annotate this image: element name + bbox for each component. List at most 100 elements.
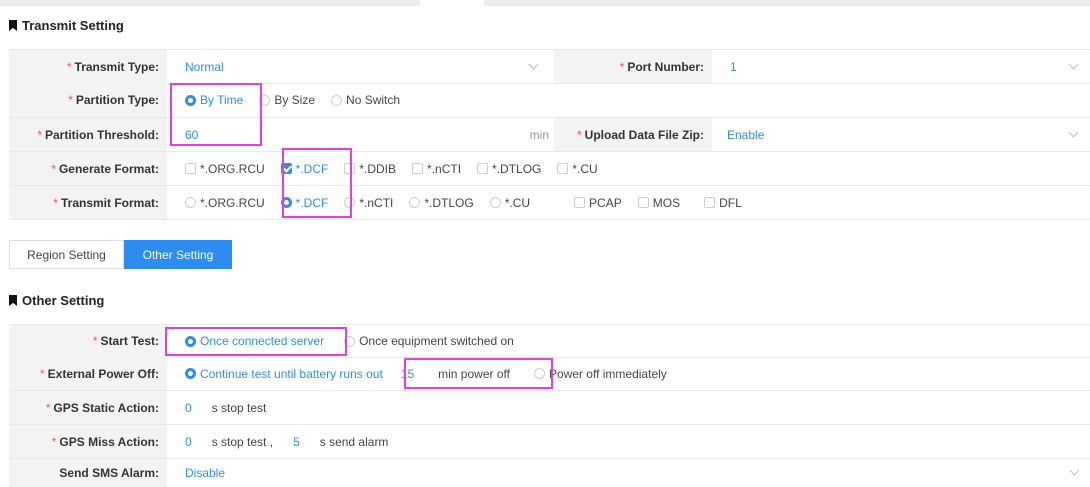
radio-dcf[interactable]: *.DCF xyxy=(280,196,328,210)
checkbox-dtlog[interactable]: *.DTLOG xyxy=(477,162,541,176)
radio-icon xyxy=(185,94,196,106)
radio-icon xyxy=(533,368,545,379)
gps-miss-label: * GPS Miss Action: xyxy=(9,425,167,458)
row-start-test: * Start Test: Once connected server Once … xyxy=(9,324,1090,358)
radio-cu[interactable]: *.CU xyxy=(489,196,530,210)
chevron-down-icon xyxy=(1068,59,1079,70)
partition-threshold-value: 60 xyxy=(185,127,199,142)
gps-miss-stop-input[interactable]: 0 xyxy=(185,435,192,449)
transmit-type-label: * Transmit Type: xyxy=(9,50,167,83)
radio-icon xyxy=(185,197,196,208)
bookmark-icon xyxy=(9,295,17,306)
radio-ncti[interactable]: *.nCTI xyxy=(344,196,393,210)
radio-by-size[interactable]: By Size xyxy=(259,93,315,107)
checkbox-icon xyxy=(574,197,586,208)
transmit-format-radio-group: *.ORG.RCU *.DCF *.nCTI *.DTLOG *.CU PCAP… xyxy=(185,186,752,219)
checkbox-icon xyxy=(185,163,196,174)
radio-icon xyxy=(344,197,356,208)
checkbox-ncti[interactable]: *.nCTI xyxy=(412,162,461,176)
port-number-select[interactable]: 1 xyxy=(730,50,1090,83)
gps-miss-alarm-input[interactable]: 5 xyxy=(293,435,300,449)
radio-power-off-immediately[interactable]: Power off immediately xyxy=(533,367,667,381)
top-bar xyxy=(0,0,1090,6)
checkbox-checked-icon xyxy=(280,163,292,174)
checkbox-icon xyxy=(344,163,356,174)
radio-icon xyxy=(185,368,196,379)
section-title-text: Other Setting xyxy=(22,293,105,308)
external-power-off-label: * External Power Off: xyxy=(9,357,167,390)
upload-zip-label: * Upload Data File Zip: xyxy=(554,118,712,151)
transmit-type-select[interactable]: Normal xyxy=(185,50,555,83)
upload-zip-value: Enable xyxy=(727,127,765,142)
row-generate-format: * Generate Format: *.ORG.RCU *.DCF *.DDIB… xyxy=(9,152,1090,186)
gps-static-label: * GPS Static Action: xyxy=(9,391,167,424)
radio-icon xyxy=(344,335,356,347)
external-power-off-radio-group: Continue test until battery runs out 15 … xyxy=(185,357,677,390)
generate-format-checkbox-group: *.ORG.RCU *.DCF *.DDIB *.nCTI *.DTLOG *.… xyxy=(185,152,608,185)
row-transmit-type: * Transmit Type: Normal * Port Number: 1 xyxy=(9,49,1090,84)
transmit-section-title: Transmit Setting xyxy=(9,18,124,33)
section-title-text: Transmit Setting xyxy=(22,18,124,33)
checkbox-icon xyxy=(557,163,569,174)
checkbox-icon xyxy=(477,163,489,174)
tab-region-setting[interactable]: Region Setting xyxy=(9,240,124,269)
chevron-down-icon xyxy=(1069,465,1080,476)
radio-icon xyxy=(331,94,343,106)
tab-other-setting[interactable]: Other Setting xyxy=(124,240,232,269)
start-test-radio-group: Once connected server Once equipment swi… xyxy=(185,325,524,357)
row-gps-miss-action: * GPS Miss Action: 0 s stop test , 5 s se… xyxy=(9,425,1090,459)
send-sms-value: Disable xyxy=(185,466,226,480)
radio-icon xyxy=(409,197,421,208)
partition-type-label: * Partition Type: xyxy=(9,83,167,117)
checkbox-dcf[interactable]: *.DCF xyxy=(280,162,328,176)
checkbox-cu[interactable]: *.CU xyxy=(557,162,598,176)
checkbox-mos[interactable]: MOS xyxy=(637,196,680,210)
checkbox-icon xyxy=(412,163,424,174)
radio-continue-test[interactable]: Continue test until battery runs out xyxy=(185,367,383,381)
checkbox-org-rcu[interactable]: *.ORG.RCU xyxy=(185,162,265,176)
checkbox-ddib[interactable]: *.DDIB xyxy=(344,162,396,176)
radio-once-connected-server[interactable]: Once connected server xyxy=(185,334,324,348)
gps-static-input[interactable]: 0 xyxy=(185,401,192,415)
partition-threshold-label: * Partition Threshold: xyxy=(9,118,167,151)
radio-icon xyxy=(259,94,271,106)
row-partition-threshold: * Partition Threshold: 60 min * Upload Dat… xyxy=(9,118,1090,152)
upload-zip-select[interactable]: Enable xyxy=(727,118,1090,151)
power-off-minutes-input[interactable]: 15 xyxy=(401,367,414,381)
radio-by-time[interactable]: By Time xyxy=(185,93,243,107)
radio-icon xyxy=(185,335,196,347)
gps-miss-alarm-suffix: s send alarm xyxy=(319,434,389,449)
power-off-minutes-suffix: min power off xyxy=(438,366,510,381)
radio-icon xyxy=(489,197,501,208)
checkbox-dfl[interactable]: DFL xyxy=(704,196,742,210)
generate-format-label: * Generate Format: xyxy=(9,152,167,185)
port-number-label: * Port Number: xyxy=(554,50,712,83)
row-external-power-off: * External Power Off: Continue test until… xyxy=(9,357,1090,391)
row-gps-static-action: * GPS Static Action: 0 s stop test xyxy=(9,391,1090,425)
radio-dtlog[interactable]: *.DTLOG xyxy=(409,196,474,210)
checkbox-icon xyxy=(637,197,649,208)
other-section-title: Other Setting xyxy=(9,293,104,308)
gps-miss-stop-suffix: s stop test , xyxy=(211,434,274,449)
bookmark-icon xyxy=(9,20,17,31)
transmit-type-value: Normal xyxy=(185,59,224,74)
gps-miss-field: 0 s stop test , 5 s send alarm xyxy=(185,425,388,458)
radio-org-rcu[interactable]: *.ORG.RCU xyxy=(185,196,265,210)
checkbox-pcap[interactable]: PCAP xyxy=(574,196,622,210)
gps-static-suffix: s stop test xyxy=(211,400,267,415)
radio-once-equipment-switched-on[interactable]: Once equipment switched on xyxy=(344,334,514,348)
row-partition-type: * Partition Type: By Time By Size No Swit… xyxy=(9,83,1090,118)
radio-no-switch[interactable]: No Switch xyxy=(331,93,400,107)
partition-threshold-input[interactable]: 60 min xyxy=(185,118,555,151)
send-sms-select[interactable]: Disable xyxy=(185,459,1090,487)
threshold-unit: min xyxy=(529,127,549,142)
row-send-sms-alarm: Send SMS Alarm: Disable xyxy=(9,459,1090,487)
transmit-format-label: * Transmit Format: xyxy=(9,186,167,219)
checkbox-icon xyxy=(704,197,716,208)
send-sms-label: Send SMS Alarm: xyxy=(9,459,167,487)
port-number-value: 1 xyxy=(730,59,737,74)
chevron-down-icon xyxy=(528,59,539,70)
gps-static-field: 0 s stop test xyxy=(185,391,266,424)
start-test-label: * Start Test: xyxy=(9,325,167,357)
chevron-down-icon xyxy=(1068,127,1079,138)
